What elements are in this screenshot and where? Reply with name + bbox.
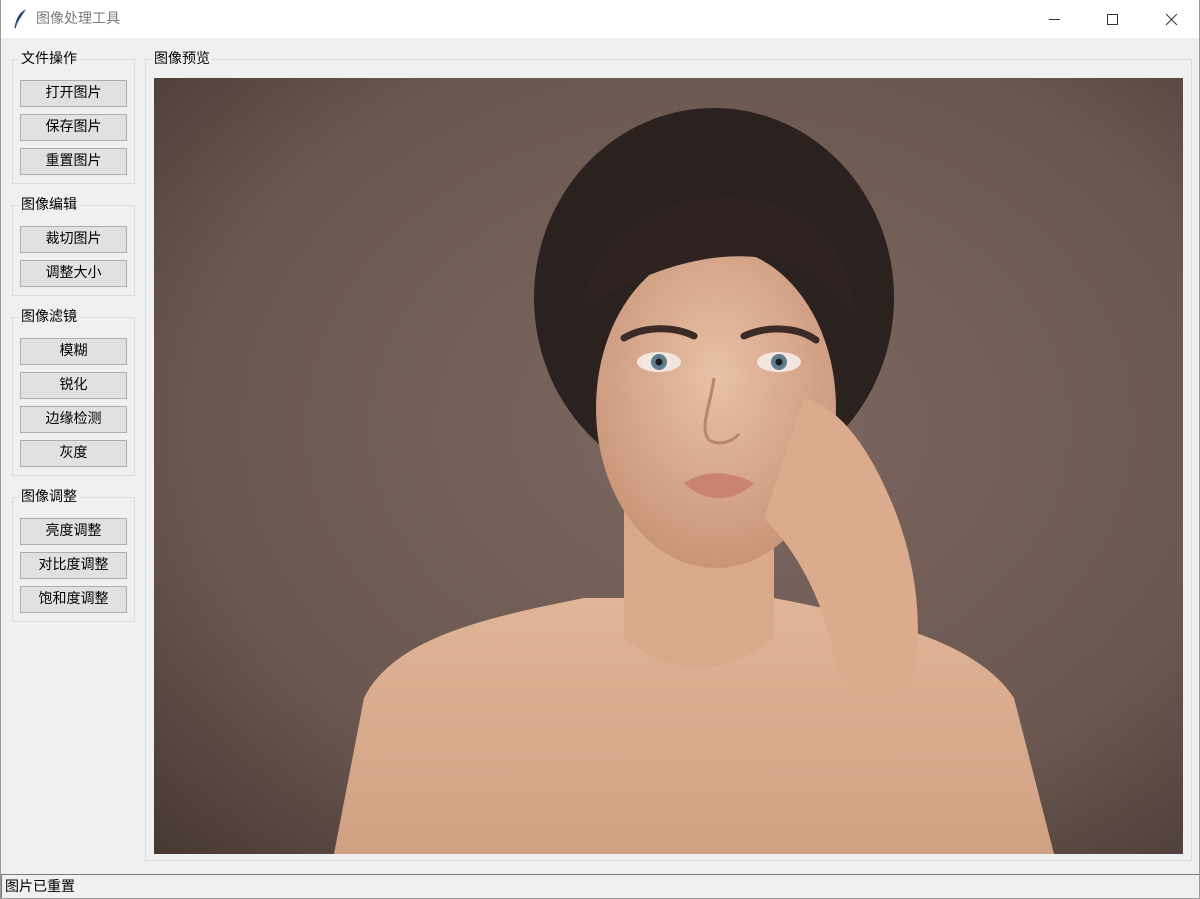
- blur-button[interactable]: 模糊: [20, 338, 127, 365]
- preview-image: [154, 78, 1183, 854]
- open-image-button[interactable]: 打开图片: [20, 80, 127, 107]
- maximize-button[interactable]: [1083, 0, 1141, 38]
- grayscale-button[interactable]: 灰度: [20, 440, 127, 467]
- image-filters-group: 图像滤镜 模糊 锐化 边缘检测 灰度: [12, 309, 135, 476]
- reset-image-button[interactable]: 重置图片: [20, 148, 127, 175]
- close-button[interactable]: [1141, 0, 1199, 38]
- contrast-button[interactable]: 对比度调整: [20, 552, 127, 579]
- group-title: 图像调整: [19, 489, 79, 505]
- status-text: 图片已重置: [5, 879, 75, 895]
- edge-detect-button[interactable]: 边缘检测: [20, 406, 127, 433]
- minimize-button[interactable]: [1025, 0, 1083, 38]
- status-bar: 图片已重置: [1, 874, 1199, 898]
- image-adjust-group: 图像调整 亮度调整 对比度调整 饱和度调整: [12, 489, 135, 622]
- close-icon: [1165, 13, 1178, 26]
- brightness-button[interactable]: 亮度调整: [20, 518, 127, 545]
- minimize-icon: [1049, 19, 1060, 20]
- crop-image-button[interactable]: 裁切图片: [20, 226, 127, 253]
- feather-icon: [13, 9, 27, 29]
- window-title: 图像处理工具: [36, 11, 120, 27]
- image-edit-group: 图像编辑 裁切图片 调整大小: [12, 197, 135, 296]
- app-window: 图像处理工具 文件操作 打开图片 保存图片 重置图片 图像编辑 裁切图片 调整大…: [0, 0, 1200, 899]
- preview-title: 图像预览: [152, 51, 212, 67]
- group-title: 图像滤镜: [19, 309, 79, 325]
- resize-image-button[interactable]: 调整大小: [20, 260, 127, 287]
- save-image-button[interactable]: 保存图片: [20, 114, 127, 141]
- group-title: 文件操作: [19, 51, 79, 67]
- saturation-button[interactable]: 饱和度调整: [20, 586, 127, 613]
- group-title: 图像编辑: [19, 197, 79, 213]
- file-operations-group: 文件操作 打开图片 保存图片 重置图片: [12, 51, 135, 184]
- title-bar[interactable]: 图像处理工具: [1, 0, 1199, 38]
- portrait-photo: [154, 78, 1183, 854]
- image-preview-frame: 图像预览: [145, 51, 1192, 861]
- maximize-icon: [1107, 14, 1118, 25]
- sharpen-button[interactable]: 锐化: [20, 372, 127, 399]
